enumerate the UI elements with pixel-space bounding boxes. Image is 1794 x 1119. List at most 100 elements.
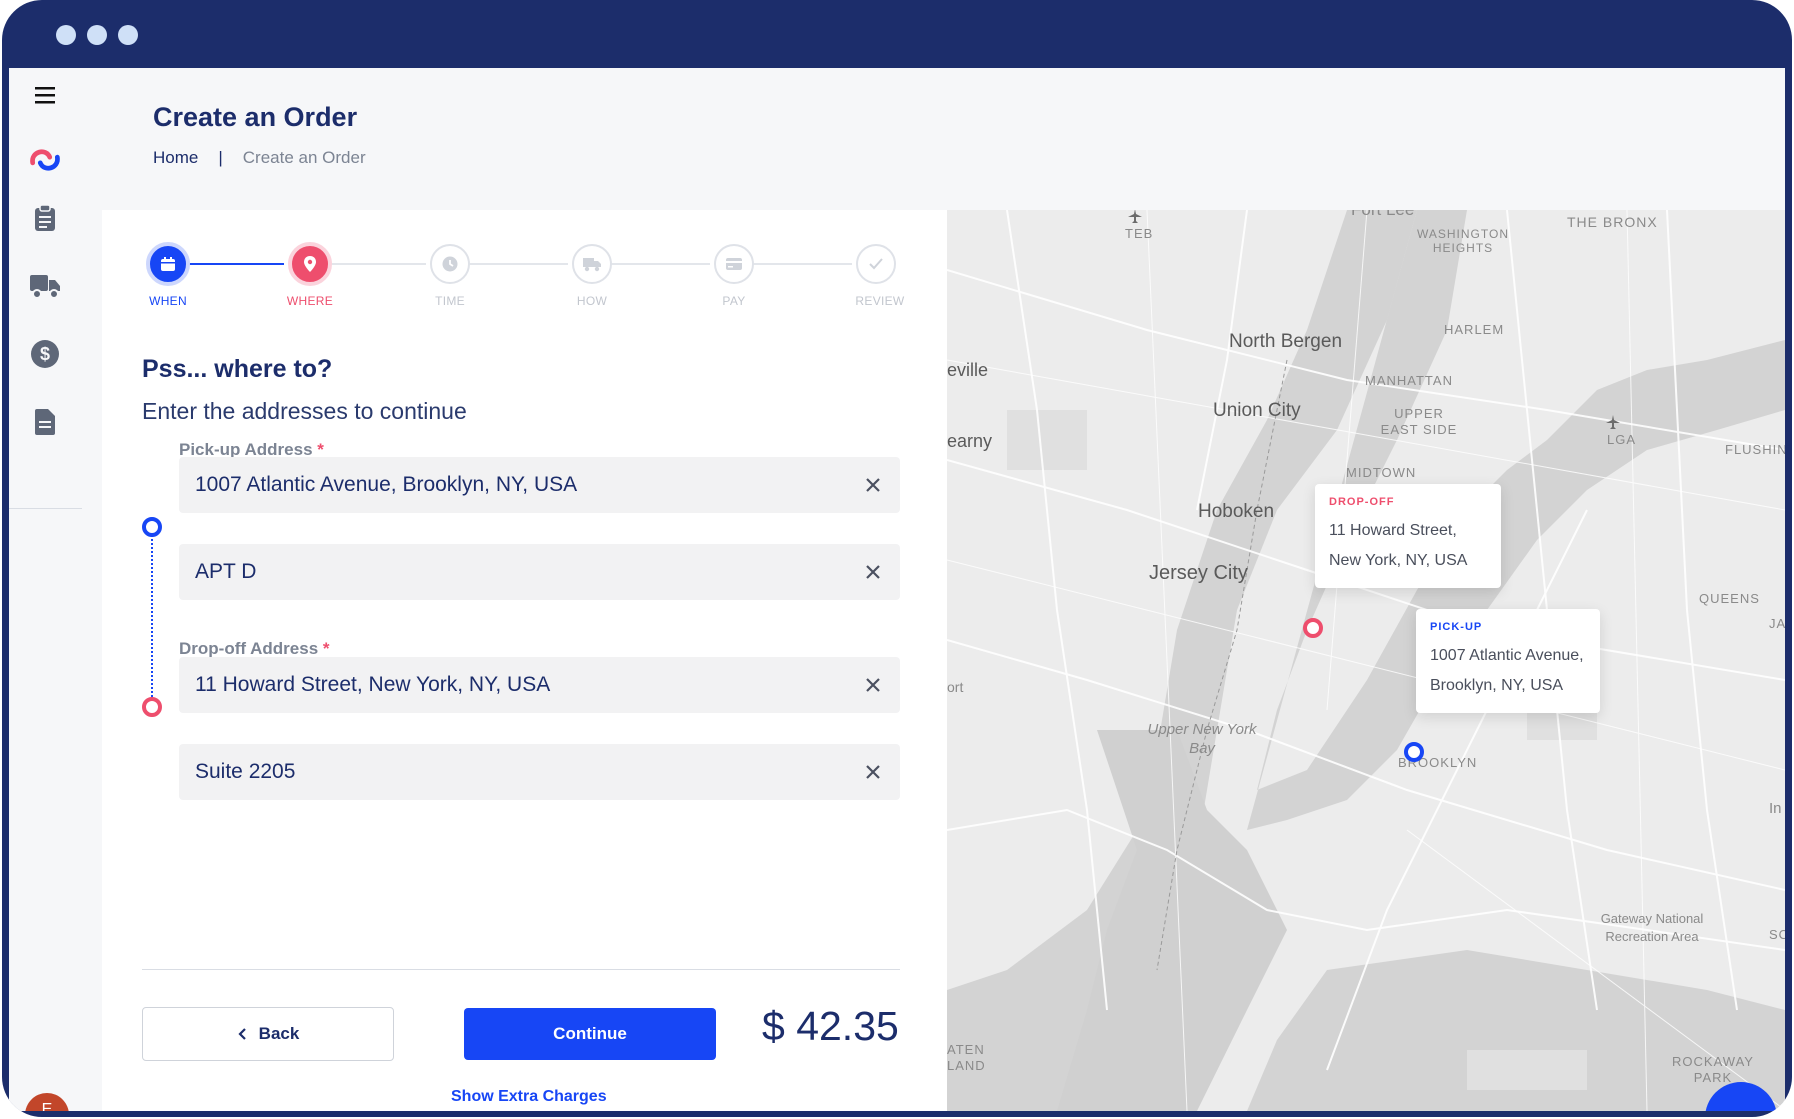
breadcrumb: Home | Create an Order xyxy=(153,148,366,168)
map-label-upper-bay: Upper New York Bay xyxy=(1147,721,1257,757)
sidebar-divider xyxy=(9,508,82,509)
airport-icon xyxy=(1128,210,1142,223)
page-title: Create an Order xyxy=(153,102,358,132)
pickup-popup-line1: 1007 Atlantic Avenue, xyxy=(1430,647,1584,664)
step-where[interactable] xyxy=(288,242,332,286)
map-label-ja: JA xyxy=(1769,616,1785,631)
clear-icon[interactable] xyxy=(862,761,884,783)
dropoff-address-label: Drop-off Address * xyxy=(179,639,330,658)
dropoff-popup-line1: 11 Howard Street, xyxy=(1329,522,1457,539)
sidebar: $ E xyxy=(9,68,82,1111)
map-label-queens: QUEENS xyxy=(1699,591,1760,606)
order-form-card: WHEN WHERE TIME HOW PAY REVIEW Pss... wh… xyxy=(102,210,947,1111)
clear-icon[interactable] xyxy=(862,674,884,696)
route-map[interactable]: Fort Lee TEB THE BRONX WASHINGTON HEIGHT… xyxy=(947,210,1785,1111)
avatar[interactable]: E xyxy=(25,1093,69,1111)
document-icon[interactable] xyxy=(27,404,63,440)
show-extra-charges-link[interactable]: Show Extra Charges xyxy=(451,1088,607,1106)
clock-icon xyxy=(442,256,458,272)
dropoff-popup-tag: DROP-OFF xyxy=(1329,496,1395,508)
menu-icon[interactable] xyxy=(27,77,63,113)
dropoff-unit-input[interactable] xyxy=(195,760,862,784)
map-label-staten: ATEN LAND xyxy=(947,1042,986,1073)
pickup-popup-tag: PICK-UP xyxy=(1430,621,1483,633)
dropoff-address-field[interactable] xyxy=(179,657,900,713)
dollar-icon[interactable]: $ xyxy=(27,336,63,372)
route-rail-line xyxy=(151,535,153,713)
map-label-jersey-city: Jersey City xyxy=(1149,562,1248,584)
pickup-address-input[interactable] xyxy=(195,473,862,497)
pickup-map-pin[interactable] xyxy=(1404,742,1424,762)
form-divider xyxy=(142,969,900,970)
pickup-rail-dot xyxy=(142,517,162,537)
map-label-washington-heights: WASHINGTON HEIGHTS xyxy=(1416,227,1509,255)
step-label-pay: PAY xyxy=(722,294,746,308)
pickup-popup[interactable]: PICK-UP 1007 Atlantic Avenue, Brooklyn, … xyxy=(1416,609,1600,713)
card-icon xyxy=(726,258,742,270)
order-stepper: WHEN WHERE TIME HOW PAY REVIEW xyxy=(142,228,904,308)
pickup-address-field[interactable] xyxy=(179,457,900,513)
map-label-hoboken: Hoboken xyxy=(1198,501,1275,522)
map-label-bronx: THE BRONX xyxy=(1567,214,1658,230)
calendar-icon xyxy=(161,257,175,271)
app-window-frame: $ E Create an Order Home | Create an Ord… xyxy=(2,0,1792,1117)
pickup-unit-input[interactable] xyxy=(195,560,862,584)
map-label-flushing: FLUSHIN xyxy=(1725,442,1785,457)
map-label-fort-lee: Fort Lee xyxy=(1351,210,1414,220)
window-dot-minimize[interactable] xyxy=(87,25,107,45)
step-pay[interactable] xyxy=(714,244,754,284)
back-button[interactable]: Back xyxy=(142,1007,394,1061)
dropoff-address-input[interactable] xyxy=(195,673,862,697)
window-dot-maximize[interactable] xyxy=(118,25,138,45)
map-label-eville: eville xyxy=(947,360,989,380)
window-dot-close[interactable] xyxy=(56,25,76,45)
map-label-manhattan: MANHATTAN xyxy=(1365,373,1453,388)
breadcrumb-current: Create an Order xyxy=(242,148,366,167)
step-label-where: WHERE xyxy=(286,294,334,308)
svg-text:$: $ xyxy=(40,344,50,364)
window-controls xyxy=(56,25,138,45)
dropoff-map-pin[interactable] xyxy=(1303,618,1323,638)
truck-icon xyxy=(583,258,601,272)
map-label-rockaway: ROCKAWAY PARK xyxy=(1672,1054,1754,1085)
map-label-teb: TEB xyxy=(1125,226,1154,241)
clear-icon[interactable] xyxy=(862,561,884,583)
step-how[interactable] xyxy=(572,244,612,284)
step-review[interactable] xyxy=(856,244,896,284)
step-time[interactable] xyxy=(430,244,470,284)
map-label-lga: LGA xyxy=(1607,432,1637,447)
pickup-unit-field[interactable] xyxy=(179,544,900,600)
back-button-label: Back xyxy=(258,1024,300,1043)
airport-icon xyxy=(1606,415,1620,429)
breadcrumb-home[interactable]: Home xyxy=(153,148,198,168)
clear-icon[interactable] xyxy=(862,474,884,496)
map-label-gateway: Gateway National Recreation Area xyxy=(1600,911,1704,944)
location-pin-icon xyxy=(304,256,316,272)
map-label-ort: ort xyxy=(947,679,964,695)
dropoff-popup[interactable]: DROP-OFF 11 Howard Street, New York, NY,… xyxy=(1315,484,1501,588)
chevron-left-icon xyxy=(238,1028,246,1040)
map-label-som: SOM xyxy=(1769,927,1785,942)
form-subtitle: Enter the addresses to continue xyxy=(142,398,467,424)
dropoff-rail-dot xyxy=(142,697,162,717)
map-label-north-bergen: North Bergen xyxy=(1229,331,1343,352)
map-label-in: In xyxy=(1769,800,1782,817)
continue-button[interactable]: Continue xyxy=(464,1008,716,1060)
map-label-kearny: earny xyxy=(947,431,993,451)
dropoff-popup-line2: New York, NY, USA xyxy=(1329,552,1468,569)
clipboard-icon[interactable] xyxy=(27,200,63,236)
pickup-popup-line2: Brooklyn, NY, USA xyxy=(1430,677,1564,694)
map-label-midtown: MIDTOWN xyxy=(1346,465,1417,480)
app-screen: $ E Create an Order Home | Create an Ord… xyxy=(9,68,1785,1111)
check-icon xyxy=(869,258,883,270)
truck-icon[interactable] xyxy=(27,268,63,304)
brand-logo[interactable] xyxy=(27,142,63,178)
map-label-harlem: HARLEM xyxy=(1444,322,1505,337)
step-when[interactable] xyxy=(146,242,190,286)
order-price: $ 42.35 xyxy=(762,1003,899,1049)
map-base xyxy=(947,210,1785,1111)
step-label-when: WHEN xyxy=(149,294,187,308)
step-label-how: HOW xyxy=(576,294,608,308)
dropoff-unit-field[interactable] xyxy=(179,744,900,800)
map-label-upper-east-side: UPPER EAST SIDE xyxy=(1380,406,1458,437)
